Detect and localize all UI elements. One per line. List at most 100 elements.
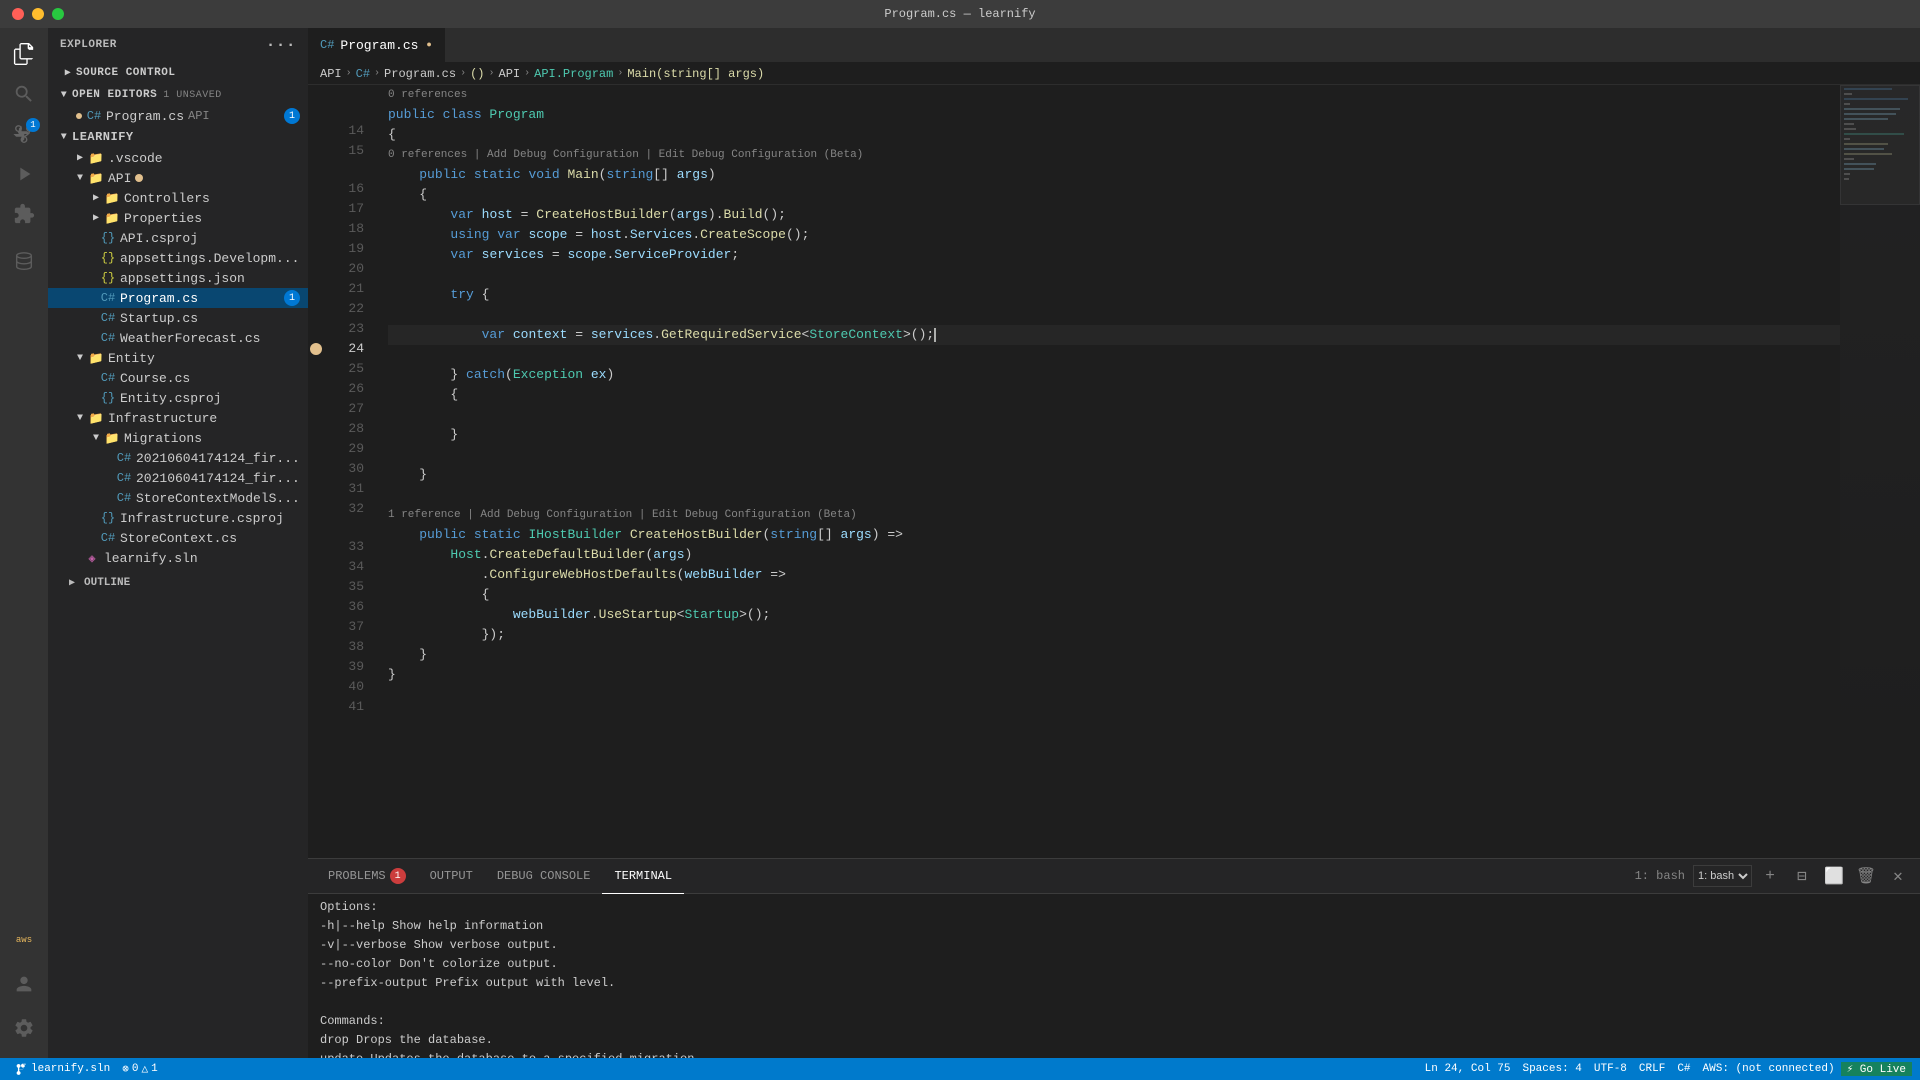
store-context-model-icon: C# (116, 490, 132, 506)
appsettings-json-file[interactable]: {} appsettings.json (48, 268, 308, 288)
migration1-label: 20210604174124_fir... (136, 451, 300, 466)
entity-csproj-icon: {} (100, 390, 116, 406)
open-editors-header[interactable]: ▼ OPEN EDITORS 1 UNSAVED (48, 84, 308, 106)
split-terminal-button[interactable]: ⊟ (1788, 862, 1816, 890)
program-cs-tab[interactable]: C# Program.cs ● (308, 28, 445, 62)
store-context-file[interactable]: C# StoreContext.cs (48, 528, 308, 548)
source-control-header[interactable]: ▶ SourcE CONTROL (48, 62, 308, 84)
editor-with-minimap: 14 15 16 17 18 19 20 21 22 23 24 (308, 85, 1920, 858)
course-cs-file[interactable]: C# Course.cs (48, 368, 308, 388)
account-activity-icon[interactable] (6, 966, 42, 1002)
minimap (1840, 85, 1920, 858)
learnify-section: ▼ LEARNIFY ▶ 📁 .vscode ▼ 📁 API ▶ 📁 Contr… (48, 126, 308, 568)
maximize-button[interactable] (52, 8, 64, 20)
breadcrumb-parens[interactable]: () (470, 67, 484, 81)
vscode-folder[interactable]: ▶ 📁 .vscode (48, 148, 308, 168)
debug-console-tab[interactable]: DEBUG CONSOLE (485, 859, 603, 894)
maximize-panel-button[interactable]: ⬜ (1820, 862, 1848, 890)
appsettings-dev-file[interactable]: {} appsettings.Developm... (48, 248, 308, 268)
infrastructure-csproj-file[interactable]: {} Infrastructure.csproj (48, 508, 308, 528)
problems-tab[interactable]: PROBLEMS 1 (316, 859, 418, 894)
learnify-label: LEARNIFY (72, 130, 134, 144)
weather-cs-file[interactable]: C# WeatherForecast.cs (48, 328, 308, 348)
entity-csproj-file[interactable]: {} Entity.csproj (48, 388, 308, 408)
warning-count: 1 (151, 1063, 158, 1075)
sidebar-more-icon[interactable]: ··· (266, 36, 296, 54)
infrastructure-folder[interactable]: ▼ 📁 Infrastructure (48, 408, 308, 428)
branch-status[interactable]: learnify.sln (8, 1058, 116, 1080)
bottom-panel: PROBLEMS 1 OUTPUT DEBUG CONSOLE TERMINAL… (308, 858, 1920, 1058)
store-context-label: StoreContext.cs (120, 531, 237, 546)
output-tab[interactable]: OUTPUT (418, 859, 485, 894)
close-panel-button[interactable]: ✕ (1884, 862, 1912, 890)
properties-folder[interactable]: ▶ 📁 Properties (48, 208, 308, 228)
hint-0-references: 0 references (388, 85, 1840, 105)
extensions-activity-icon[interactable] (6, 196, 42, 232)
database-activity-icon[interactable] (6, 244, 42, 280)
shell-select[interactable]: 1: bash (1693, 865, 1752, 887)
program-cs-file[interactable]: C# Program.cs 1 (48, 288, 308, 308)
language-label: C# (1677, 1063, 1690, 1075)
code-content[interactable]: 0 references public class Program { 0 re… (372, 85, 1840, 858)
activity-bar: aws (0, 28, 48, 1058)
add-terminal-button[interactable]: + (1756, 862, 1784, 890)
terminal-label: TERMINAL (614, 869, 672, 883)
go-live-status[interactable]: ⚡ Go Live (1841, 1062, 1912, 1076)
code-line-32 (388, 485, 1840, 505)
api-folder[interactable]: ▼ 📁 API (48, 168, 308, 188)
errors-status[interactable]: ⊗ 0 △ 1 (116, 1058, 163, 1080)
aws-status[interactable]: AWS: (not connected) (1697, 1063, 1841, 1075)
aws-activity-icon[interactable]: aws (6, 922, 42, 958)
code-line-39: } (388, 645, 1840, 665)
trash-terminal-button[interactable]: 🗑 (1852, 862, 1880, 890)
gutter-area: 14 15 16 17 18 19 20 21 22 23 24 (308, 103, 372, 717)
terminal-content[interactable]: Options: -h|--help Show help information… (308, 894, 1920, 1058)
source-control-activity-icon[interactable] (6, 116, 42, 152)
code-line-17: { (388, 185, 1840, 205)
search-activity-icon[interactable] (6, 76, 42, 112)
appsettings-json-label: appsettings.json (120, 271, 245, 286)
settings-activity-icon[interactable] (6, 1010, 42, 1046)
encoding-status[interactable]: UTF-8 (1588, 1063, 1633, 1075)
breadcrumb-csharp[interactable]: C# (356, 67, 370, 81)
window-controls[interactable] (12, 8, 64, 20)
migration-file-2[interactable]: C# 20210604174124_fir... (48, 468, 308, 488)
learnify-sln-file[interactable]: ◈ learnify.sln (48, 548, 308, 568)
breadcrumb-api-program[interactable]: API.Program (534, 67, 613, 81)
code-line-19: using var scope = host.Services.CreateSc… (388, 225, 1840, 245)
code-line-16: public static void Main(string[] args) (388, 165, 1840, 185)
migration-file-1[interactable]: C# 20210604174124_fir... (48, 448, 308, 468)
breadcrumb-program-cs[interactable]: Program.cs (384, 67, 456, 81)
minimize-button[interactable] (32, 8, 44, 20)
outline-header[interactable]: ▶ OUTLINE (48, 572, 308, 594)
run-activity-icon[interactable] (6, 156, 42, 192)
learnify-header[interactable]: ▼ LEARNIFY (48, 126, 308, 148)
close-button[interactable] (12, 8, 24, 20)
line-col-status[interactable]: Ln 24, Col 75 (1419, 1063, 1517, 1075)
properties-folder-icon: 📁 (104, 210, 120, 226)
breadcrumb-api2[interactable]: API (499, 67, 521, 81)
migrations-folder[interactable]: ▼ 📁 Migrations (48, 428, 308, 448)
breadcrumb-main[interactable]: Main(string[] args) (627, 67, 764, 81)
code-editor[interactable]: 14 15 16 17 18 19 20 21 22 23 24 (308, 85, 1840, 858)
spaces-status[interactable]: Spaces: 4 (1516, 1063, 1587, 1075)
sidebar: EXPLORER ··· ▶ SourcE CONTROL ▼ OPEN EDI… (48, 28, 308, 1058)
startup-cs-file[interactable]: C# Startup.cs (48, 308, 308, 328)
api-csproj-file[interactable]: {} API.csproj (48, 228, 308, 248)
code-line-35: .ConfigureWebHostDefaults(webBuilder => (388, 565, 1840, 585)
breadcrumb-api[interactable]: API (320, 67, 342, 81)
controllers-folder[interactable]: ▶ 📁 Controllers (48, 188, 308, 208)
entity-folder[interactable]: ▼ 📁 Entity (48, 348, 308, 368)
csproj-icon: {} (100, 230, 116, 246)
explorer-activity-icon[interactable] (6, 36, 42, 72)
branch-icon (14, 1062, 28, 1076)
migration1-icon: C# (116, 450, 132, 466)
language-status[interactable]: C# (1671, 1063, 1696, 1075)
panel-toolbar: 1: bash 1: bash + ⊟ ⬜ 🗑 ✕ (1635, 862, 1912, 890)
store-context-model-file[interactable]: C# StoreContextModelS... (48, 488, 308, 508)
infra-csproj-icon: {} (100, 510, 116, 526)
eol-status[interactable]: CRLF (1633, 1063, 1671, 1075)
infrastructure-chevron: ▼ (72, 410, 88, 426)
open-editor-program-cs[interactable]: C# Program.cs API 1 (48, 106, 308, 126)
terminal-tab[interactable]: TERMINAL (602, 859, 684, 894)
